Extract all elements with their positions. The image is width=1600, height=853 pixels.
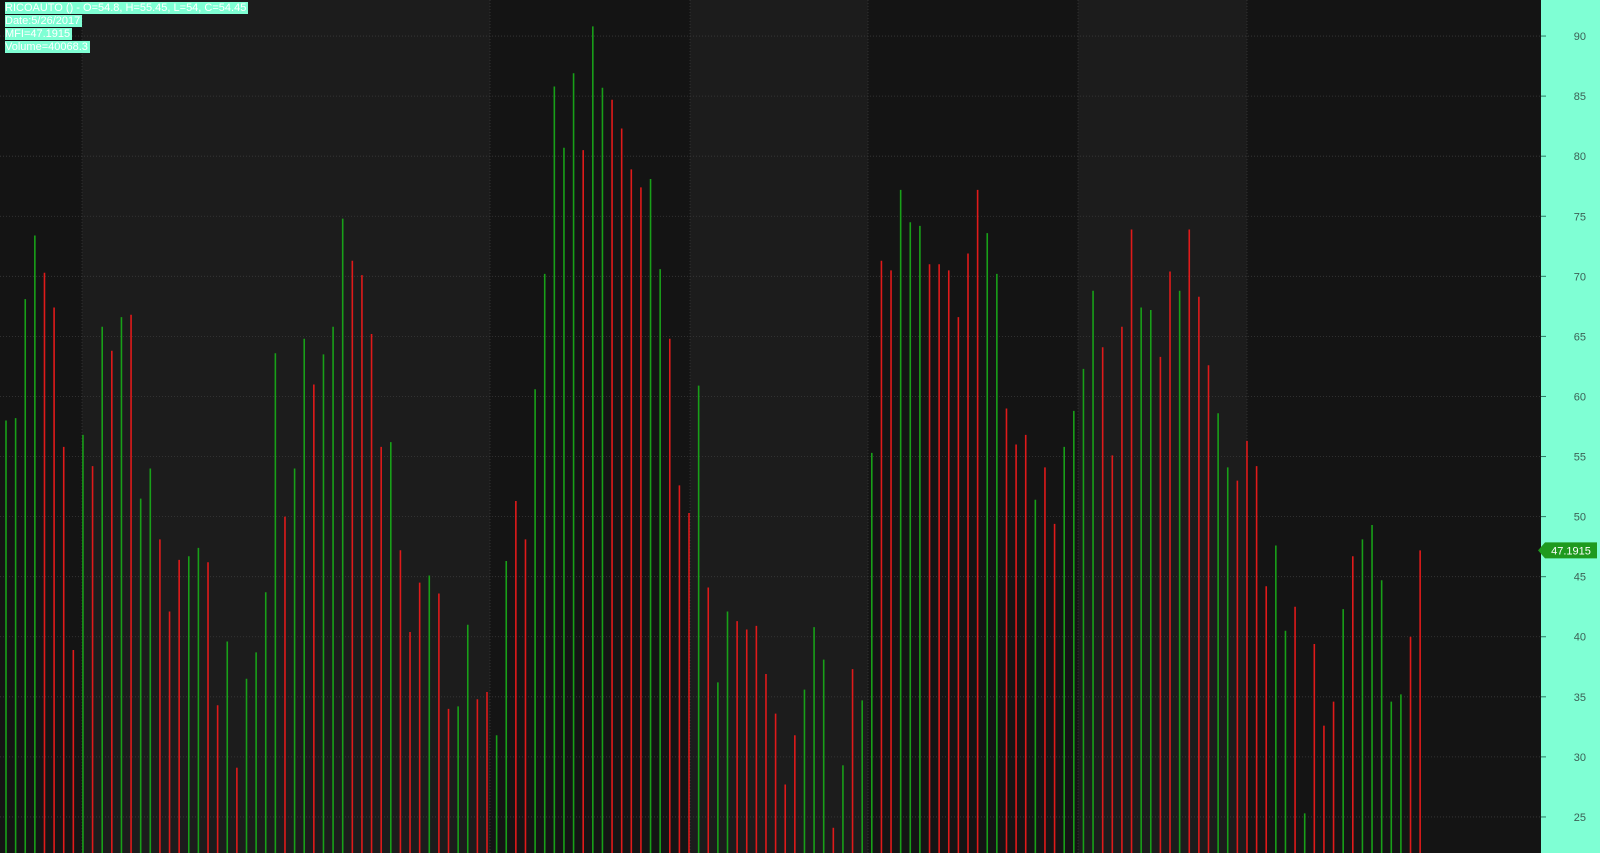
y-tick-label: 80 <box>1574 151 1586 163</box>
y-tick-label: 30 <box>1574 752 1586 764</box>
mfi-readout: MFI=47.1915 <box>5 28 73 40</box>
last-value-badge: 47.1915 <box>1538 542 1597 559</box>
last-value-text: 47.1915 <box>1551 545 1591 557</box>
y-tick-label: 70 <box>1574 271 1586 283</box>
time-band <box>690 0 868 853</box>
y-tick-label: 45 <box>1574 572 1586 584</box>
y-tick-label: 75 <box>1574 211 1586 223</box>
y-tick-label: 50 <box>1574 512 1586 524</box>
y-tick-label: 65 <box>1574 331 1586 343</box>
mfi-chart[interactable]: 25 30 35 40 45 50 55 60 65 70 75 80 85 90 47.1915 <box>0 0 1600 853</box>
y-tick-label: 25 <box>1574 812 1586 824</box>
y-axis-panel[interactable] <box>1541 0 1600 853</box>
y-tick-label: 40 <box>1574 632 1586 644</box>
y-tick-label: 55 <box>1574 452 1586 464</box>
y-tick-label: 60 <box>1574 391 1586 403</box>
ohlc-readout: RICOAUTO () - O=54.8, H=55.45, L=54, C=5… <box>5 2 249 14</box>
volume-readout: Volume=40068.3 <box>5 41 90 53</box>
y-tick-label: 85 <box>1574 91 1586 103</box>
y-tick-label: 90 <box>1574 31 1586 43</box>
y-tick-label: 35 <box>1574 692 1586 704</box>
date-readout: Date:5/26/2017 <box>5 15 83 27</box>
